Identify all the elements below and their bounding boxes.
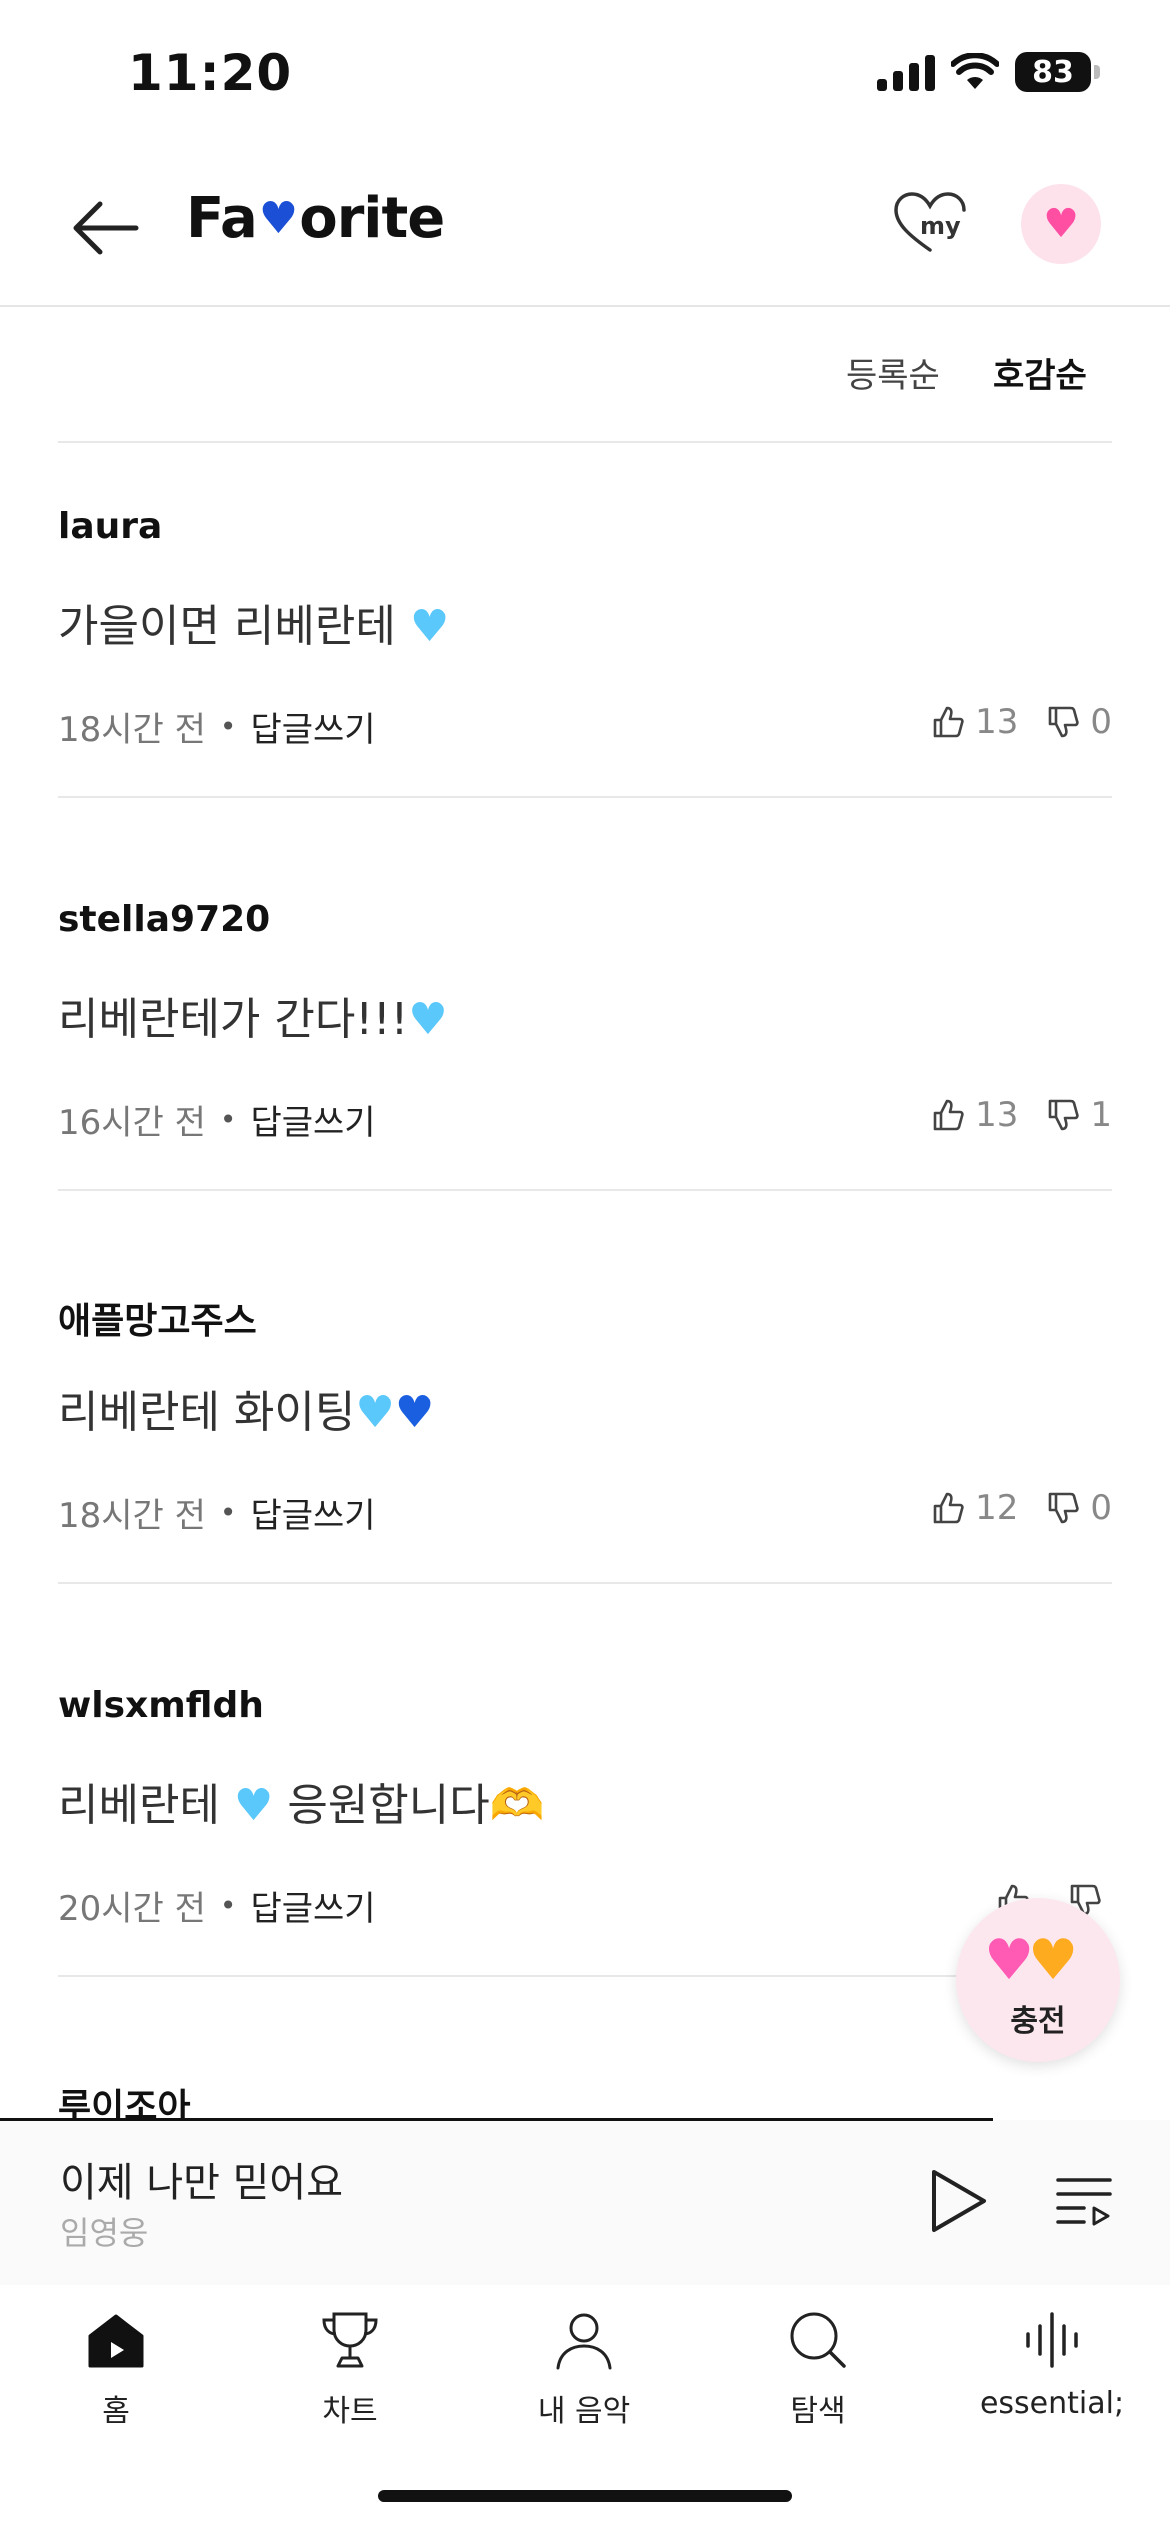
title-text-start: Fa <box>186 186 258 251</box>
comment-username: 애플망고주스 <box>58 1301 257 1342</box>
home-icon <box>88 2314 144 2368</box>
thumbs-down-icon <box>1049 1492 1080 1524</box>
dislike-button[interactable]: 0 <box>1044 702 1112 742</box>
battery-icon: 83 <box>1015 52 1100 92</box>
dislike-button[interactable]: 0 <box>1044 1488 1112 1528</box>
thumbs-up-icon <box>933 1099 964 1131</box>
battery-level: 83 <box>1015 52 1091 92</box>
player-artist: 임영웅 <box>60 2214 149 2252</box>
comment-item: 루이조아 <box>58 2078 1112 2118</box>
comment-username: 루이조아 <box>58 2087 191 2118</box>
like-count: 12 <box>975 1488 1019 1528</box>
comment-item: 애플망고주스 리베란테 화이팅♥♥ 18시간 전 • 답글쓰기 12 0 <box>58 1292 1112 1584</box>
comment-body: 리베란테 화이팅♥♥ <box>58 1387 435 1438</box>
trophy-icon <box>322 2312 378 2368</box>
heart-emoji-icon: ♥ <box>408 994 448 1045</box>
charge-floating-button[interactable]: ♥ ♥ 충전 <box>956 1898 1120 2062</box>
nav-search-label: 탐색 <box>790 2394 846 2429</box>
comment-time: 18시간 전 <box>58 1496 206 1536</box>
reply-button[interactable]: 답글쓰기 <box>250 702 375 751</box>
comment-meta: 18시간 전 • 답글쓰기 <box>58 702 376 751</box>
comment-time: 16시간 전 <box>58 1103 206 1143</box>
nav-chart-label: 차트 <box>322 2394 378 2429</box>
status-icons: 83 <box>877 52 1100 92</box>
nav-my-music-label: 내 음악 <box>537 2394 631 2429</box>
reply-button[interactable]: 답글쓰기 <box>250 1095 375 1144</box>
page-title: Fa ♥ orite <box>186 186 445 251</box>
home-indicator <box>378 2490 792 2502</box>
comment-username: laura <box>58 506 163 547</box>
my-favorite-button[interactable]: my <box>890 188 970 258</box>
bottom-navigation: 홈 차트 내 음악 탐색 essential; <box>0 2290 1170 2430</box>
reply-button[interactable]: 답글쓰기 <box>250 1881 375 1930</box>
like-button[interactable]: 13 <box>929 702 1018 742</box>
nav-home[interactable]: 홈 <box>36 2290 196 2430</box>
thumbs-down-icon <box>1049 706 1080 738</box>
comment-body: 리베란테 ♥ 응원합니다🫶 <box>58 1780 545 1831</box>
heart-emoji-icon: ♥ <box>355 1387 395 1438</box>
nav-chart[interactable]: 차트 <box>270 2290 430 2430</box>
thumbs-up-icon <box>933 1492 964 1524</box>
comment-meta: 16시간 전 • 답글쓰기 <box>58 1095 376 1144</box>
comment-item: wlsxmfldh 리베란테 ♥ 응원합니다🫶 20시간 전 • 답글쓰기 <box>58 1685 1112 1977</box>
dislike-button[interactable]: 1 <box>1044 1095 1112 1135</box>
thumbs-up-icon <box>933 706 964 738</box>
heart-emoji-icon: ♥ <box>233 1780 274 1831</box>
nav-home-label: 홈 <box>102 2394 130 2429</box>
back-arrow-icon[interactable] <box>66 188 146 268</box>
like-count: 13 <box>975 1095 1019 1135</box>
comment-username: wlsxmfldh <box>58 1685 264 1726</box>
comment-meta: 20시간 전 • 답글쓰기 <box>58 1881 376 1930</box>
comment-actions: 13 1 <box>903 1095 1112 1135</box>
nav-essential[interactable]: essential; <box>972 2290 1132 2421</box>
title-text-end: orite <box>299 186 445 251</box>
search-icon <box>790 2312 846 2368</box>
signal-icon <box>877 53 935 91</box>
blue-heart-emoji-icon: ♥ <box>394 1387 435 1438</box>
title-heart-icon: ♥ <box>258 193 298 244</box>
charge-label: 충전 <box>1010 2004 1066 2039</box>
my-label: my <box>920 212 961 240</box>
comment-divider <box>58 1189 1112 1191</box>
comment-username: stella9720 <box>58 899 271 940</box>
dislike-count: 0 <box>1090 1488 1112 1528</box>
waveform-icon <box>1026 2312 1078 2368</box>
nav-my-music[interactable]: 내 음악 <box>504 2290 664 2430</box>
like-button[interactable]: 12 <box>929 1488 1018 1528</box>
sort-by-likes[interactable]: 호감순 <box>993 348 1087 397</box>
comment-divider <box>58 1582 1112 1584</box>
comment-body: 가을이면 리베란테 ♥ <box>58 601 450 652</box>
dislike-count: 0 <box>1090 702 1112 742</box>
play-icon[interactable] <box>924 2166 992 2236</box>
heart-hands-emoji-icon: 🫶 <box>489 1780 545 1831</box>
comment-meta: 18시간 전 • 답글쓰기 <box>58 1488 376 1537</box>
sort-by-registered[interactable]: 등록순 <box>846 348 940 397</box>
thumbs-down-icon <box>1049 1099 1080 1131</box>
charge-heart-button[interactable]: ♥ <box>1021 184 1101 264</box>
heart-emoji-icon: ♥ <box>409 601 450 652</box>
like-count: 13 <box>975 702 1019 742</box>
sort-divider <box>58 441 1112 443</box>
comment-actions: 12 0 <box>903 1488 1112 1528</box>
wifi-icon <box>951 53 999 89</box>
reply-button[interactable]: 답글쓰기 <box>250 1488 375 1537</box>
like-button[interactable]: 13 <box>929 1095 1018 1135</box>
comment-divider <box>58 796 1112 798</box>
dislike-count: 1 <box>1090 1095 1112 1135</box>
comment-body: 리베란테가 간다!!!♥ <box>58 994 448 1045</box>
playlist-icon[interactable] <box>1054 2170 1114 2230</box>
nav-essential-label: essential; <box>979 2386 1125 2421</box>
nav-search[interactable]: 탐색 <box>738 2290 898 2430</box>
person-icon <box>556 2313 612 2370</box>
comment-divider <box>58 1975 1112 1977</box>
comment-time: 20시간 전 <box>58 1889 206 1929</box>
comment-time: 18시간 전 <box>58 710 206 750</box>
player-track-title: 이제 나만 믿어요 <box>60 2160 344 2206</box>
comment-item: stella9720 리베란테가 간다!!!♥ 16시간 전 • 답글쓰기 13… <box>58 899 1112 1191</box>
playback-progress-bar[interactable] <box>0 2118 993 2121</box>
header-divider <box>0 305 1170 307</box>
status-time: 11:20 <box>128 44 293 102</box>
comment-item: laura 가을이면 리베란테 ♥ 18시간 전 • 답글쓰기 13 0 <box>58 506 1112 798</box>
comment-actions: 13 0 <box>903 702 1112 742</box>
